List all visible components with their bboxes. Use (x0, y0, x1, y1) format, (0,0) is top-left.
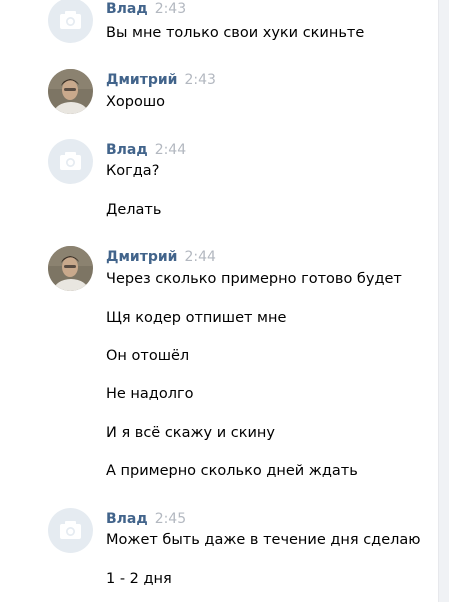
author-name[interactable]: Дмитрий (106, 72, 177, 88)
message-header: Дмитрий 2:44 (106, 248, 216, 266)
camera-placeholder-icon[interactable] (48, 508, 93, 553)
message-text: Щя кодер отпишет мне (106, 310, 287, 326)
message-text: Делать (106, 202, 162, 218)
message-header: Влад 2:45 (106, 510, 186, 528)
author-name[interactable]: Влад (106, 142, 148, 158)
camera-placeholder-icon[interactable] (48, 139, 93, 184)
user-avatar[interactable] (48, 69, 93, 114)
message-text: Через сколько примерно готово будет (106, 271, 402, 287)
message-text: Не надолго (106, 386, 194, 402)
message-text: 1 - 2 дня (106, 571, 172, 587)
message-text: Хорошо (106, 94, 166, 110)
user-avatar[interactable] (48, 246, 93, 291)
message-text: Вы мне только свои хуки скиньте (106, 25, 365, 41)
author-name[interactable]: Влад (106, 1, 148, 17)
camera-placeholder-icon[interactable] (48, 0, 93, 43)
author-name[interactable]: Дмитрий (106, 249, 177, 265)
message-text: И я всё скажу и скину (106, 425, 275, 441)
author-name[interactable]: Влад (106, 511, 148, 527)
message-time[interactable]: 2:45 (155, 511, 186, 527)
message-header: Влад 2:43 (106, 0, 186, 18)
message-text: А примерно сколько дней ждать (106, 463, 358, 479)
message-header: Влад 2:44 (106, 141, 186, 159)
message-text: Он отошёл (106, 348, 190, 364)
message-time[interactable]: 2:44 (184, 249, 215, 265)
message-time[interactable]: 2:43 (184, 72, 215, 88)
message-text: Когда? (106, 163, 160, 179)
scrollbar[interactable] (438, 0, 449, 602)
message-header: Дмитрий 2:43 (106, 71, 216, 89)
message-time[interactable]: 2:43 (155, 1, 186, 17)
message-text: Может быть даже в течение дня сделаю (106, 532, 421, 548)
chat-history: Влад 2:43 Вы мне только свои хуки скиньте… (0, 0, 438, 602)
message-time[interactable]: 2:44 (155, 142, 186, 158)
